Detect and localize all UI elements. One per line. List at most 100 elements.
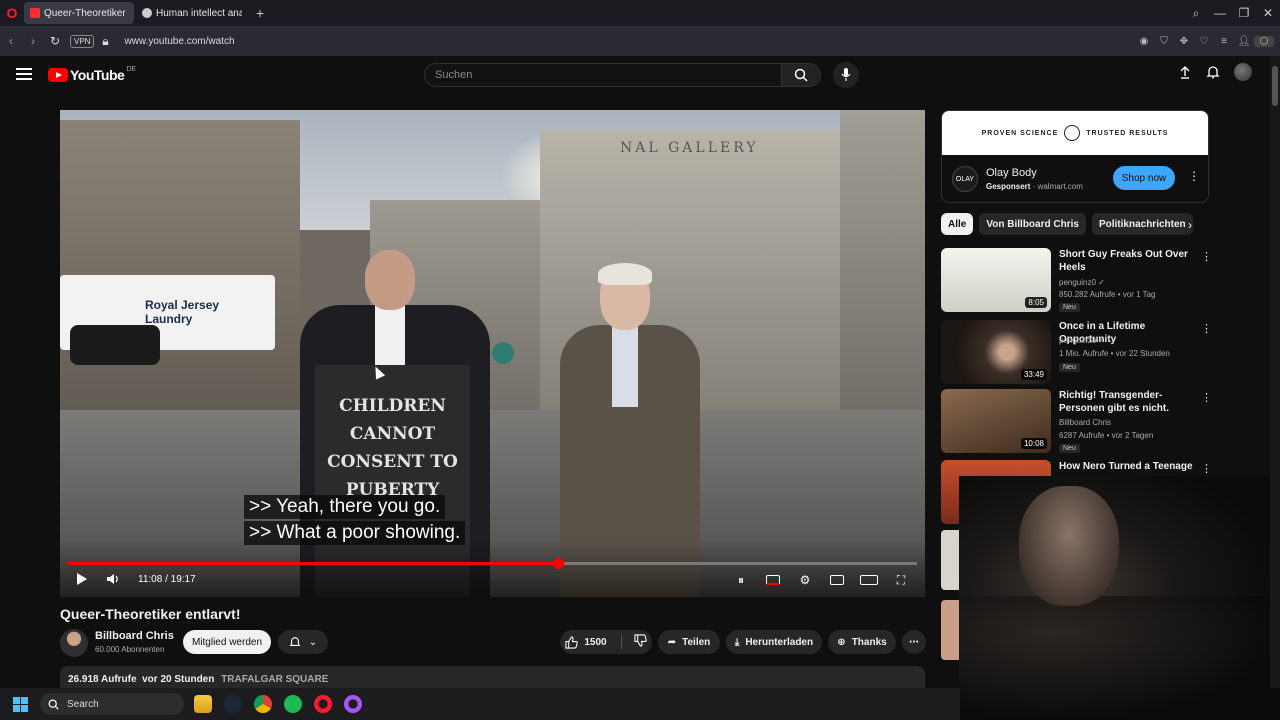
progress-bar[interactable] <box>68 558 917 569</box>
more-vertical-icon[interactable]: ⋮ <box>1201 391 1212 404</box>
notification-bell-icon[interactable] <box>1206 65 1220 79</box>
join-button[interactable]: Mitglied werden <box>183 630 271 654</box>
spotify-icon[interactable] <box>284 695 302 713</box>
upload-icon[interactable] <box>1178 65 1192 79</box>
opera-logo-icon[interactable]: O <box>0 0 24 26</box>
truck-lettering: Royal Jersey Laundry <box>145 298 220 326</box>
tab-search-icon[interactable]: ⌕ <box>1184 6 1208 21</box>
settings-gear-icon[interactable]: ⚙ <box>795 572 815 588</box>
cube-icon[interactable]: ⬡ <box>1254 35 1274 47</box>
tab-human-intellect[interactable]: Human intellect analysis <box>136 2 248 24</box>
file-explorer-icon[interactable] <box>194 695 212 713</box>
list-item[interactable]: 10:08 Richtig! Transgender-Personen gibt… <box>941 389 1212 453</box>
volume-icon[interactable] <box>106 572 120 586</box>
vpn-badge[interactable]: VPN <box>70 34 95 48</box>
fullscreen-icon[interactable]: ⛶ <box>891 572 911 588</box>
opera-gx-icon[interactable] <box>344 695 362 713</box>
verified-icon: ✓ <box>1098 336 1105 345</box>
video-player[interactable]: NAL GALLERY Royal Jersey Laundry CHILDRE… <box>60 110 925 597</box>
scrubber-handle[interactable] <box>552 558 564 569</box>
video-frame-car <box>70 325 160 365</box>
taskbar-search[interactable]: Search <box>40 693 184 715</box>
thanks-button[interactable]: ⊕ Thanks <box>828 630 896 654</box>
sponsored-ad-card[interactable]: PROVEN SCIENCE TRUSTED RESULTS OLAY Olay… <box>941 110 1209 203</box>
advertiser-name[interactable]: Olay Body <box>986 167 1037 179</box>
new-tab-icon[interactable]: + <box>256 5 264 21</box>
advertiser-logo[interactable]: OLAY <box>952 166 978 192</box>
scrollbar-thumb[interactable] <box>1272 66 1278 106</box>
opera-icon[interactable] <box>314 695 332 713</box>
url-field[interactable]: www.youtube.com/watch <box>124 36 234 47</box>
video-title[interactable]: Richtig! Transgender-Personen gibt es ni… <box>1059 389 1197 415</box>
channel-avatar[interactable] <box>60 629 88 657</box>
sign-line: CANNOT <box>349 424 436 444</box>
dislike-button[interactable] <box>634 634 647 650</box>
video-thumbnail[interactable]: 8:05 <box>941 248 1051 312</box>
chip-from-channel[interactable]: Von Billboard Chris <box>979 213 1086 235</box>
theater-mode-icon[interactable] <box>859 572 879 588</box>
windows-start-icon[interactable] <box>0 688 40 720</box>
chip-politics[interactable]: Politiknachrichten <box>1091 213 1193 235</box>
channel-name[interactable]: Billboard Chris <box>1059 418 1111 427</box>
video-title[interactable]: Short Guy Freaks Out Over Heels <box>1059 248 1197 274</box>
heart-icon[interactable]: ♡ <box>1194 36 1214 47</box>
video-thumbnail[interactable]: 33:49 <box>941 320 1051 384</box>
back-icon[interactable]: ‹ <box>0 34 22 48</box>
reload-icon[interactable]: ↻ <box>44 34 66 48</box>
shield-icon[interactable]: ⛉ <box>1154 36 1174 47</box>
chrome-icon[interactable] <box>254 695 272 713</box>
page-scrollbar[interactable] <box>1270 56 1280 688</box>
webcam-overlay <box>959 476 1280 720</box>
shop-now-button[interactable]: Shop now <box>1113 166 1175 190</box>
youtube-logo[interactable]: YouTube DE <box>48 66 136 83</box>
play-icon[interactable] <box>76 572 88 586</box>
chevron-right-icon[interactable]: › <box>1188 218 1192 232</box>
steam-icon[interactable] <box>224 695 242 713</box>
list-item[interactable]: How Nero Turned a Teenage ⋮ <box>941 460 1212 524</box>
video-meta: 1 Mio. Aufrufe • vor 22 Stunden <box>1059 349 1170 358</box>
ad-banner-text: TRUSTED RESULTS <box>1086 129 1169 137</box>
subscription-bell-button[interactable]: ⌄ <box>278 630 328 654</box>
voice-search-button[interactable] <box>833 62 859 88</box>
list-item[interactable]: 8:05 Short Guy Freaks Out Over Heels pen… <box>941 248 1212 312</box>
verified-icon: ✓ <box>1098 278 1105 287</box>
progress-fill <box>68 562 558 565</box>
more-vertical-icon[interactable]: ⋮ <box>1201 322 1212 335</box>
close-icon[interactable]: ✕ <box>1256 6 1280 20</box>
webcam-body <box>959 596 1280 720</box>
channel-name[interactable]: penguinz0 ✓ <box>1059 336 1105 345</box>
miniplayer-icon[interactable] <box>827 572 847 588</box>
subtitles-button[interactable] <box>763 572 783 588</box>
chip-all[interactable]: Alle <box>941 213 974 235</box>
more-vertical-icon[interactable]: ⋮ <box>1188 169 1200 183</box>
location-tag[interactable]: TRAFALGAR SQUARE <box>221 674 328 685</box>
window-controls: ⌕ — ❐ ✕ <box>1184 0 1280 26</box>
list-item[interactable]: 33:49 Once in a Lifetime Opportunity pen… <box>941 320 1212 384</box>
camera-icon[interactable]: ◉ <box>1134 36 1154 47</box>
hamburger-menu-icon[interactable] <box>16 68 32 80</box>
search-input[interactable]: Suchen <box>424 63 782 87</box>
more-vertical-icon[interactable]: ⋮ <box>1201 250 1212 263</box>
tab-queer-theoretiker[interactable]: Queer-Theoretiker entlarvt <box>24 2 134 24</box>
maximize-icon[interactable]: ❐ <box>1232 6 1256 20</box>
menu-icon[interactable]: ≡ <box>1214 36 1234 47</box>
channel-name[interactable]: Billboard Chris <box>95 630 174 642</box>
more-actions-button[interactable]: ⋯ <box>902 630 926 654</box>
autoplay-toggle-icon[interactable]: ⏸︎ <box>731 572 751 588</box>
download-button[interactable]: ⤓ Herunterladen <box>726 630 822 654</box>
extension-icon[interactable]: ✥ <box>1174 36 1194 47</box>
channel-name[interactable]: penguinz0 ✓ <box>1059 278 1105 287</box>
search-button[interactable] <box>781 63 821 87</box>
search-placeholder: Suchen <box>435 69 473 81</box>
account-avatar[interactable] <box>1234 63 1252 81</box>
video-thumbnail[interactable]: 10:08 <box>941 389 1051 453</box>
more-vertical-icon[interactable]: ⋮ <box>1201 462 1212 475</box>
youtube-favicon-icon <box>30 8 40 18</box>
video-title[interactable]: How Nero Turned a Teenage <box>1059 460 1197 473</box>
forward-icon[interactable]: › <box>22 34 44 48</box>
profile-icon[interactable]: 👤︎ <box>1234 36 1254 47</box>
share-button[interactable]: ➦ Teilen <box>658 630 720 654</box>
ad-banner[interactable]: PROVEN SCIENCE TRUSTED RESULTS <box>942 111 1208 155</box>
like-button[interactable]: 1500 <box>565 635 607 649</box>
minimize-icon[interactable]: — <box>1208 6 1232 20</box>
